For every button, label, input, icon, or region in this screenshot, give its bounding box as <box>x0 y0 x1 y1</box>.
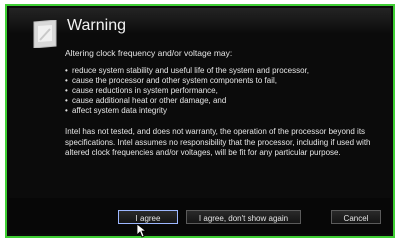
mouse-cursor-icon <box>137 224 147 238</box>
warning-dialog: Warning Altering clock frequency and/or … <box>5 4 395 238</box>
dialog-intro-text: Altering clock frequency and/or voltage … <box>65 48 233 58</box>
cancel-button[interactable]: Cancel <box>331 210 381 224</box>
agree-button[interactable]: I agree <box>118 210 178 224</box>
agree-dont-show-again-button[interactable]: I agree, don't show again <box>186 210 301 224</box>
list-item: reduce system stability and useful life … <box>65 66 385 76</box>
list-item: affect system data integrity <box>65 106 385 116</box>
disclaimer-text: Intel has not tested, and does not warra… <box>65 127 371 157</box>
dialog-title: Warning <box>67 17 126 34</box>
warning-icon <box>33 20 57 48</box>
list-item: cause additional heat or other damage, a… <box>65 96 385 106</box>
screenshot-frame: Warning Altering clock frequency and/or … <box>0 0 400 242</box>
list-item: cause reductions in system performance, <box>65 86 385 96</box>
list-item: cause the processor and other system com… <box>65 76 385 86</box>
risk-list: reduce system stability and useful life … <box>65 66 385 116</box>
